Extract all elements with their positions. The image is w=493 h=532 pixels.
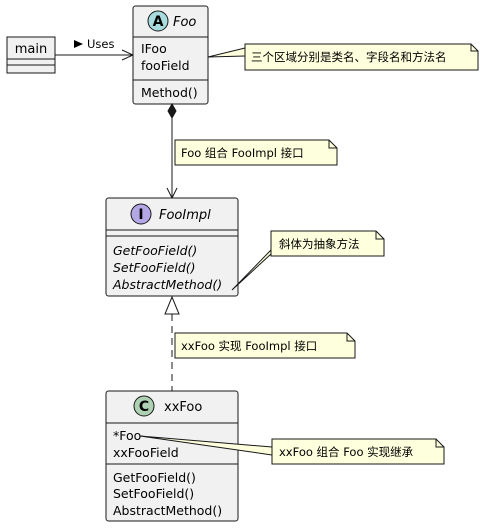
uses-direction-icon bbox=[74, 40, 83, 48]
note-realization: xxFoo 实现 FooImpl 接口 bbox=[174, 332, 356, 359]
class-main-name: main bbox=[15, 42, 47, 57]
interface-badge-letter: I bbox=[138, 207, 143, 223]
class-xxfoo: C xxFoo *Foo xxFooField GetFooField() Se… bbox=[105, 390, 239, 522]
note-italic-abstract: 斜体为抽象方法 bbox=[231, 230, 385, 291]
abstract-badge-letter: A bbox=[153, 14, 164, 30]
note-realization-text: xxFoo 实现 FooImpl 接口 bbox=[181, 339, 317, 353]
realization-arrowhead bbox=[164, 295, 180, 315]
class-foo-method-1: Method() bbox=[141, 85, 198, 100]
note-foo-sections-pointer bbox=[207, 47, 246, 58]
class-badge-letter: C bbox=[139, 399, 149, 415]
class-fooimpl-method-3: AbstractMethod() bbox=[112, 277, 222, 292]
class-foo: A Foo IFoo fooField Method() bbox=[132, 5, 209, 105]
class-fooimpl-name: FooImpl bbox=[159, 208, 211, 223]
class-main: main bbox=[6, 36, 56, 74]
note-italic-abstract-text: 斜体为抽象方法 bbox=[279, 237, 360, 251]
note-foo-sections-text: 三个区域分别是类名、字段名和方法名 bbox=[251, 50, 447, 64]
class-fooimpl: I FooImpl GetFooField() SetFooField() Ab… bbox=[105, 197, 239, 297]
uses-association: Uses bbox=[55, 37, 135, 61]
note-composition: Foo 组合 FooImpl 接口 bbox=[174, 139, 338, 166]
uses-label: Uses bbox=[87, 37, 114, 51]
class-foo-field-2: fooField bbox=[141, 58, 190, 73]
class-xxfoo-method-3: AbstractMethod() bbox=[113, 503, 222, 518]
class-foo-field-1: IFoo bbox=[141, 41, 167, 56]
class-xxfoo-method-2: SetFooField() bbox=[113, 486, 194, 501]
class-diagram: main Uses A Foo IFoo fooField Method() 三… bbox=[6, 5, 479, 522]
class-xxfoo-name: xxFoo bbox=[164, 400, 202, 415]
note-foo-sections: 三个区域分别是类名、字段名和方法名 bbox=[207, 43, 479, 71]
note-composition-text: Foo 组合 FooImpl 接口 bbox=[181, 146, 304, 160]
class-fooimpl-method-2: SetFooField() bbox=[113, 260, 196, 275]
class-xxfoo-field-2: xxFooField bbox=[113, 445, 179, 460]
class-foo-name: Foo bbox=[173, 15, 196, 30]
note-xxfoo-composition-text: xxFoo 组合 Foo 实现继承 bbox=[279, 445, 414, 459]
composition-diamond bbox=[167, 102, 177, 120]
class-xxfoo-method-1: GetFooField() bbox=[113, 470, 196, 485]
class-xxfoo-field-1: *Foo bbox=[113, 428, 141, 443]
class-fooimpl-method-1: GetFooField() bbox=[113, 243, 197, 258]
